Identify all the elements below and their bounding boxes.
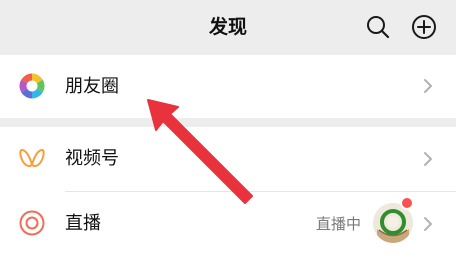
- top-bar: 发现: [0, 0, 456, 54]
- add-button[interactable]: [410, 13, 438, 41]
- channels-row[interactable]: 视频号: [0, 127, 456, 191]
- search-button[interactable]: [364, 13, 392, 41]
- chevron-right-icon: [424, 79, 432, 93]
- new-badge-dot: [400, 196, 414, 210]
- chevron-right-icon: [424, 217, 432, 231]
- live-status-text: 直播中: [316, 215, 362, 233]
- plus-circle-icon: [412, 15, 436, 39]
- live-row[interactable]: 直播 直播中: [0, 192, 456, 256]
- live-rings-icon: [19, 210, 45, 236]
- channels-label: 视频号: [65, 148, 119, 169]
- search-icon: [367, 16, 390, 39]
- live-label: 直播: [65, 213, 101, 234]
- moments-group: 朋友圈: [0, 55, 456, 118]
- channels-live-group: 视频号 直播 直播中: [0, 127, 456, 258]
- moments-row[interactable]: 朋友圈: [0, 55, 456, 118]
- moments-label: 朋友圈: [65, 76, 119, 97]
- moments-aperture-icon: [19, 73, 45, 99]
- chevron-right-icon: [424, 152, 432, 166]
- channels-butterfly-icon: [19, 149, 45, 167]
